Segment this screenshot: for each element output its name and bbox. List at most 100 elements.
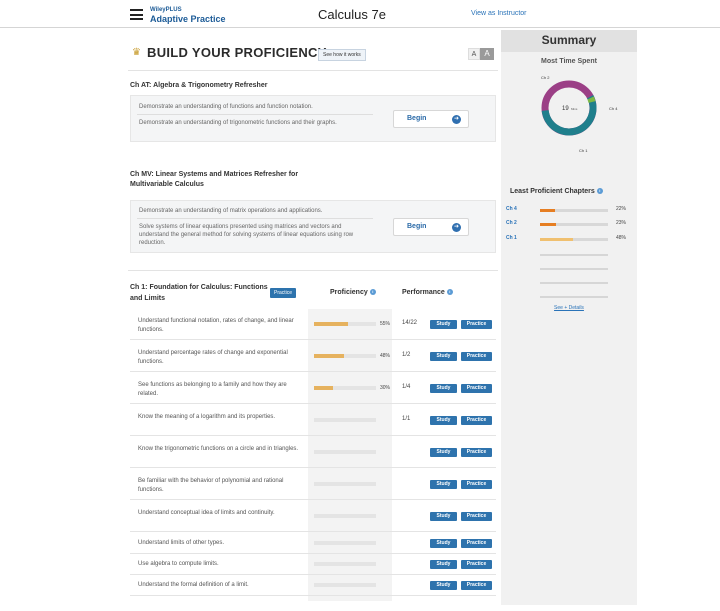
info-icon[interactable]: i <box>446 289 453 296</box>
study-button[interactable]: Study <box>430 416 457 425</box>
study-button[interactable]: Study <box>430 539 457 548</box>
row-divider <box>130 499 496 500</box>
practice-button[interactable]: Practice <box>461 416 492 425</box>
empty-slot <box>540 296 608 298</box>
performance-score: 14/22 <box>402 320 418 326</box>
study-button[interactable]: Study <box>430 352 457 361</box>
study-button[interactable]: Study <box>430 448 457 457</box>
info-icon[interactable]: i <box>596 188 603 195</box>
table-row: Understand functional notation, rates of… <box>130 309 496 339</box>
chapter-link[interactable]: Ch 2 <box>506 220 517 226</box>
row-divider <box>130 435 496 436</box>
practice-button[interactable]: Practice <box>461 539 492 548</box>
study-button[interactable]: Study <box>430 581 457 590</box>
least-proficient-item[interactable]: Ch 4 22% <box>506 206 632 216</box>
see-how-it-works-button[interactable]: See how it works <box>318 49 366 61</box>
objective-label: Understand functional notation, rates of… <box>138 318 294 333</box>
font-size-small-button[interactable]: A <box>468 48 480 60</box>
chapter-link[interactable]: Ch 1 <box>506 235 517 241</box>
practice-button[interactable]: Practice <box>461 480 492 489</box>
practice-button[interactable]: Practice <box>461 448 492 457</box>
divider <box>137 114 373 115</box>
row-divider <box>130 339 496 340</box>
view-as-instructor-link[interactable]: View as Instructor <box>471 10 527 17</box>
time-spent-donut-chart: 19 Mins <box>541 80 597 136</box>
donut-label-ch2: Ch 2 <box>541 75 550 80</box>
practice-button[interactable]: Practice <box>461 320 492 329</box>
objective-label: Be familiar with the behavior of polynom… <box>138 478 284 493</box>
least-proficient-percent: 23% <box>616 220 627 226</box>
practice-button[interactable]: Practice <box>461 581 492 590</box>
chapter-card-mv: Demonstrate an understanding of matrix o… <box>130 200 496 253</box>
top-header: WileyPLUS Adaptive Practice Calculus 7e … <box>0 0 720 28</box>
objective-label: Understand the formal definition of a li… <box>138 582 249 588</box>
divider <box>128 270 498 271</box>
practice-button[interactable]: Practice <box>461 384 492 393</box>
empty-slot <box>540 268 608 270</box>
performance-score: 1/2 <box>402 352 411 358</box>
chapter-title-mv: Ch MV: Linear Systems and Matrices Refre… <box>130 171 299 188</box>
donut-center-value: 19 <box>562 106 569 112</box>
trophy-icon: ♛ <box>132 47 141 58</box>
least-proficient-heading: Least Proficient Chapters i <box>510 188 603 195</box>
brand-logo: WileyPLUS Adaptive Practice <box>150 6 226 24</box>
least-proficient-item[interactable]: Ch 2 23% <box>506 220 632 230</box>
hamburger-menu-icon[interactable] <box>130 9 143 20</box>
begin-button-mv[interactable]: Begin ➜ <box>393 218 469 236</box>
row-divider <box>130 595 496 596</box>
font-size-large-button[interactable]: A <box>480 48 494 60</box>
objective-label: Use algebra to compute limits. <box>138 561 219 567</box>
begin-button-label: Begin <box>407 115 427 122</box>
study-button[interactable]: Study <box>430 480 457 489</box>
proficiency-bar-fill <box>314 322 349 326</box>
course-title: Calculus 7e <box>318 7 386 22</box>
proficiency-percent: 30% <box>380 385 391 391</box>
summary-title: Summary <box>541 33 597 47</box>
table-row: Understand limits of other types. Study Pr… <box>130 533 496 553</box>
practice-button[interactable]: Practice <box>461 352 492 361</box>
row-divider <box>130 371 496 372</box>
proficiency-bar <box>314 322 376 326</box>
objective-text: Solve systems of linear equations presen… <box>139 224 354 246</box>
proficiency-bar <box>314 418 376 422</box>
begin-button-at[interactable]: Begin ➜ <box>393 110 469 128</box>
least-proficient-item[interactable]: Ch 1 48% <box>506 235 632 245</box>
proficiency-bar-fill <box>314 354 344 358</box>
proficiency-bar <box>314 450 376 454</box>
least-proficient-percent: 48% <box>616 235 627 241</box>
table-row: Know the meaning of a logarithm and its … <box>130 405 496 435</box>
info-icon[interactable]: i <box>369 289 376 296</box>
study-button[interactable]: Study <box>430 560 457 569</box>
table-row: See functions as belonging to a family a… <box>130 373 496 403</box>
table-row: Know the trigonometric functions on a ci… <box>130 437 496 467</box>
most-time-spent-heading: Most Time Spent <box>541 58 597 65</box>
empty-slot <box>540 282 608 284</box>
study-button[interactable]: Study <box>430 384 457 393</box>
proficiency-bar <box>314 354 376 358</box>
arrow-right-icon: ➜ <box>452 115 461 124</box>
least-proficient-bar <box>540 238 608 241</box>
objective-label: Understand limits of other types. <box>138 540 225 546</box>
study-button[interactable]: Study <box>430 512 457 521</box>
chapter-link[interactable]: Ch 4 <box>506 206 517 212</box>
arrow-right-icon: ➜ <box>452 223 461 232</box>
practice-button[interactable]: Practice <box>461 512 492 521</box>
see-details-link[interactable]: See + Details <box>501 305 637 311</box>
least-proficient-percent: 22% <box>616 206 627 212</box>
summary-header: Summary <box>501 30 637 52</box>
row-divider <box>130 403 496 404</box>
proficiency-bar <box>314 583 376 587</box>
least-proficient-label: Least Proficient Chapters <box>510 188 595 195</box>
table-row: Understand percentage rates of change an… <box>130 341 496 371</box>
study-button[interactable]: Study <box>430 320 457 329</box>
practice-button[interactable]: Practice <box>461 560 492 569</box>
practice-chapter-button[interactable]: Practice <box>270 288 297 298</box>
proficiency-percent: 48% <box>380 353 391 359</box>
summary-panel: Summary Most Time Spent 19 Mins Ch 2 Ch … <box>501 30 637 605</box>
donut-label-ch1: Ch 1 <box>579 148 588 153</box>
proficiency-header-label: Proficiency <box>330 289 368 296</box>
objective-text: Demonstrate an understanding of matrix o… <box>139 208 323 214</box>
least-proficient-bar-fill <box>540 223 556 226</box>
proficiency-bar <box>314 514 376 518</box>
row-divider <box>130 531 496 532</box>
